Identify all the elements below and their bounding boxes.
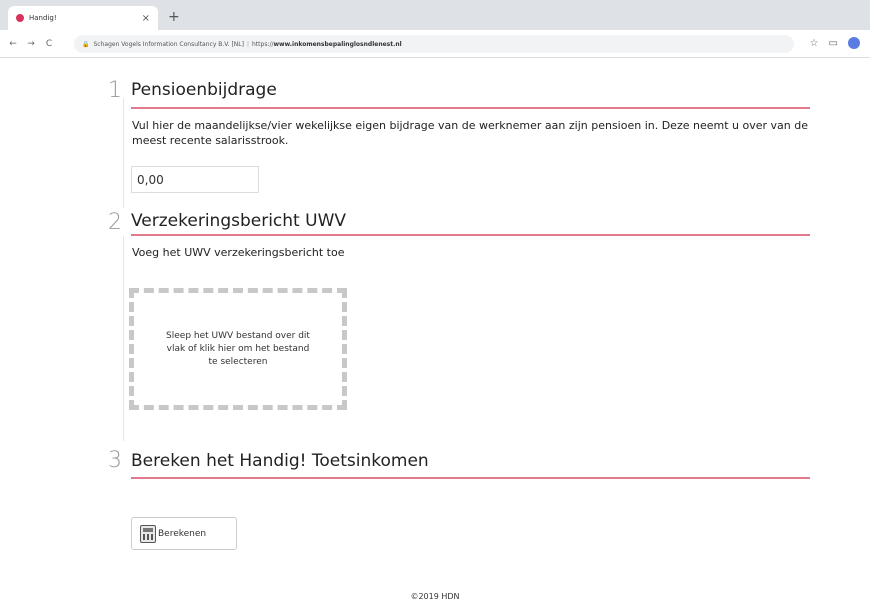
footer-copyright: ©2019 HDN (410, 592, 460, 601)
section-divider (131, 477, 810, 479)
favicon-icon (16, 14, 24, 22)
back-arrow-icon[interactable]: ← (8, 39, 18, 49)
berekenen-button[interactable]: Berekenen (131, 517, 237, 550)
url-field[interactable]: 🔒 Schagen Vogels Information Consultancy… (74, 35, 794, 53)
cast-icon[interactable]: ▭ (829, 38, 838, 49)
forward-arrow-icon[interactable]: → (26, 39, 36, 49)
address-bar: ← → C 🔒 Schagen Vogels Information Consu… (0, 30, 870, 58)
calculator-icon (140, 524, 156, 543)
section-bereken: 3 Bereken het Handig! Toetsinkomen (108, 446, 810, 486)
toolbar-icons: ☆ ▭ (810, 37, 860, 49)
dropzone-text: Sleep het UWV bestand over dit vlak of k… (166, 330, 310, 367)
url-host: www.inkomensbepalinglosndlenest.nl (273, 40, 402, 48)
step-number: 1 (108, 78, 122, 103)
section-divider (131, 107, 810, 109)
section-divider (131, 234, 810, 236)
tab-bar: Handig! × + (0, 0, 870, 30)
bookmark-star-icon[interactable]: ☆ (810, 38, 819, 49)
close-tab-icon[interactable]: × (142, 13, 150, 24)
tab-title: Handig! (29, 14, 57, 22)
berekenen-label: Berekenen (158, 528, 207, 539)
browser-tab[interactable]: Handig! × (8, 6, 158, 30)
pensioenbijdrage-input[interactable] (131, 166, 259, 193)
section-title: Bereken het Handig! Toetsinkomen (131, 451, 429, 471)
section-title: Pensioenbijdrage (131, 80, 277, 100)
step-number: 3 (108, 448, 122, 473)
site-owner: Schagen Vogels Information Consultancy B… (93, 40, 244, 48)
file-dropzone[interactable]: Sleep het UWV bestand over dit vlak of k… (129, 288, 347, 410)
reload-icon[interactable]: C (44, 39, 54, 49)
section-description: Vul hier de maandelijkse/vier wekelijkse… (132, 119, 808, 147)
url-prefix: https:// (252, 40, 274, 48)
section-description: Voeg het UWV verzekeringsbericht toe (132, 246, 345, 259)
lock-icon: 🔒 (82, 40, 90, 48)
step-number: 2 (108, 210, 122, 235)
url-separator: | (246, 40, 249, 48)
profile-avatar-icon[interactable] (848, 37, 860, 49)
new-tab-button[interactable]: + (168, 8, 180, 26)
section-verzekeringsbericht: 2 Verzekeringsbericht UWV Voeg het UWV v… (108, 204, 810, 274)
section-title: Verzekeringsbericht UWV (131, 211, 347, 231)
